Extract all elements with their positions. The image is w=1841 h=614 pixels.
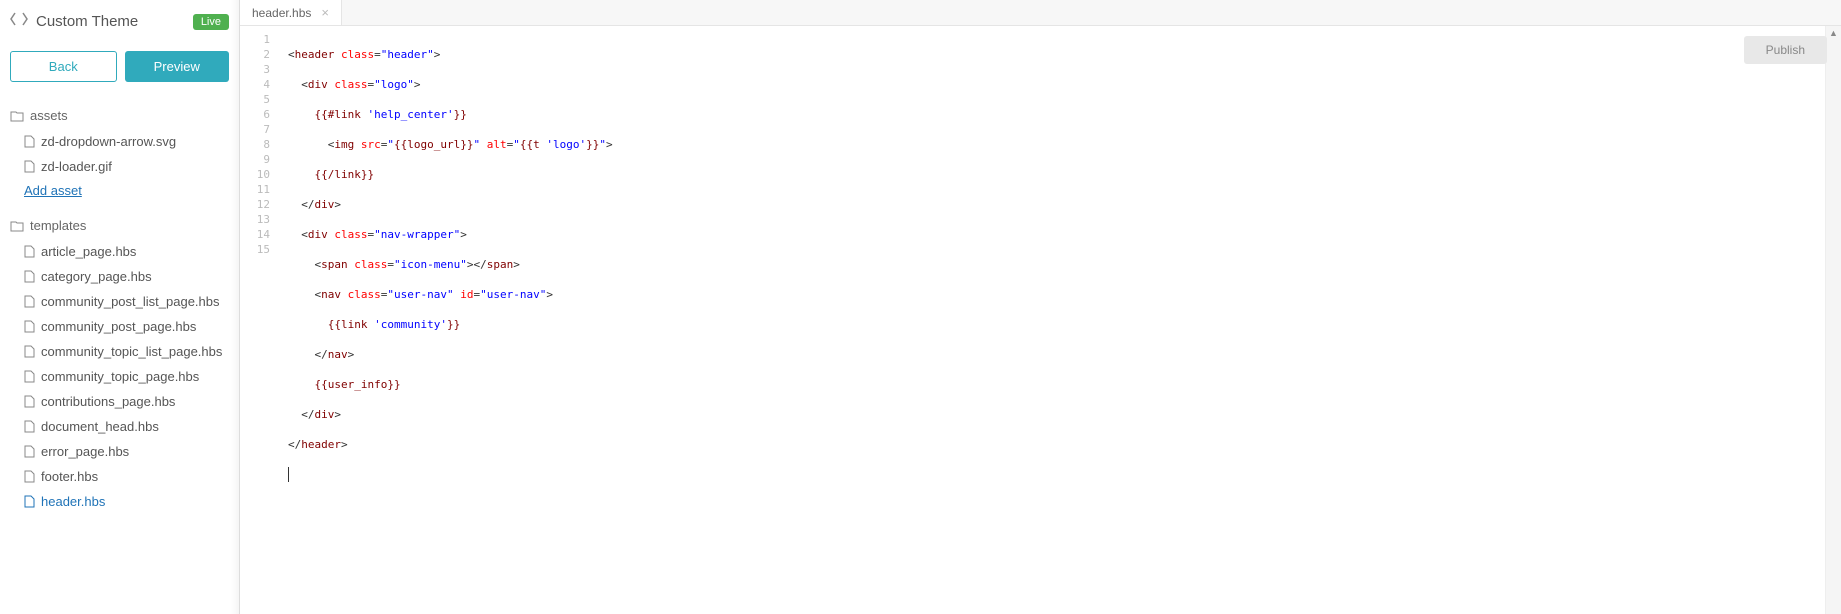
file-icon [24,420,35,433]
file-icon [24,470,35,483]
template-label: community_post_list_page.hbs [41,294,220,309]
close-icon[interactable]: × [321,5,329,20]
code-icon [10,12,28,31]
template-item[interactable]: footer.hbs [10,464,229,489]
folder-label: templates [30,218,86,233]
file-icon [24,160,35,173]
app-root: Custom Theme Live Back Preview assets zd… [0,0,1841,614]
asset-item[interactable]: zd-loader.gif [10,154,229,179]
code-editor[interactable]: 123456789101112131415 <header class="hea… [240,26,1841,614]
file-icon [24,135,35,148]
sidebar-actions: Back Preview [0,43,239,102]
code-content[interactable]: <header class="header"> <div class="logo… [278,26,1825,614]
asset-item[interactable]: zd-dropdown-arrow.svg [10,129,229,154]
preview-button[interactable]: Preview [125,51,230,82]
template-item[interactable]: contributions_page.hbs [10,389,229,414]
editor-scrollbar[interactable]: ▲ [1825,26,1841,614]
folder-label: assets [30,108,68,123]
folder-templates[interactable]: templates [10,212,229,239]
template-item[interactable]: community_post_list_page.hbs [10,289,229,314]
template-label: contributions_page.hbs [41,394,175,409]
file-icon [24,270,35,283]
template-item[interactable]: community_topic_page.hbs [10,364,229,389]
scroll-up-icon[interactable]: ▲ [1829,28,1838,38]
template-label: document_head.hbs [41,419,159,434]
file-icon [24,320,35,333]
file-icon [24,345,35,358]
line-gutter: 123456789101112131415 [240,26,278,614]
template-label: header.hbs [41,494,105,509]
template-item[interactable]: community_topic_list_page.hbs [10,339,229,364]
tab-label: header.hbs [252,6,311,20]
template-label: error_page.hbs [41,444,129,459]
file-icon [24,495,35,508]
template-item-active[interactable]: header.hbs [10,489,229,514]
file-icon [24,395,35,408]
tab-bar: header.hbs × [240,0,1841,26]
folder-assets[interactable]: assets [10,102,229,129]
asset-label: zd-loader.gif [41,159,112,174]
template-item[interactable]: category_page.hbs [10,264,229,289]
file-icon [24,370,35,383]
file-icon [24,445,35,458]
template-label: community_topic_page.hbs [41,369,199,384]
folder-icon [10,220,24,232]
template-label: article_page.hbs [41,244,136,259]
folder-icon [10,110,24,122]
editor-tab[interactable]: header.hbs × [240,0,342,25]
main-area: header.hbs × 123456789101112131415 <head… [240,0,1841,614]
template-item[interactable]: error_page.hbs [10,439,229,464]
template-item[interactable]: document_head.hbs [10,414,229,439]
template-item[interactable]: article_page.hbs [10,239,229,264]
template-label: category_page.hbs [41,269,152,284]
file-icon [24,245,35,258]
template-label: footer.hbs [41,469,98,484]
template-label: community_post_page.hbs [41,319,196,334]
file-icon [24,295,35,308]
template-item[interactable]: community_post_page.hbs [10,314,229,339]
back-button[interactable]: Back [10,51,117,82]
add-asset-link[interactable]: Add asset [10,179,229,212]
publish-button[interactable]: Publish [1744,36,1827,64]
template-label: community_topic_list_page.hbs [41,344,222,359]
page-title: Custom Theme [36,13,185,30]
live-badge: Live [193,14,229,30]
asset-label: zd-dropdown-arrow.svg [41,134,176,149]
sidebar: Custom Theme Live Back Preview assets zd… [0,0,240,614]
publish-wrap: Publish [1744,36,1827,64]
sidebar-header: Custom Theme Live [0,0,239,43]
file-tree: assets zd-dropdown-arrow.svg zd-loader.g… [0,102,239,524]
